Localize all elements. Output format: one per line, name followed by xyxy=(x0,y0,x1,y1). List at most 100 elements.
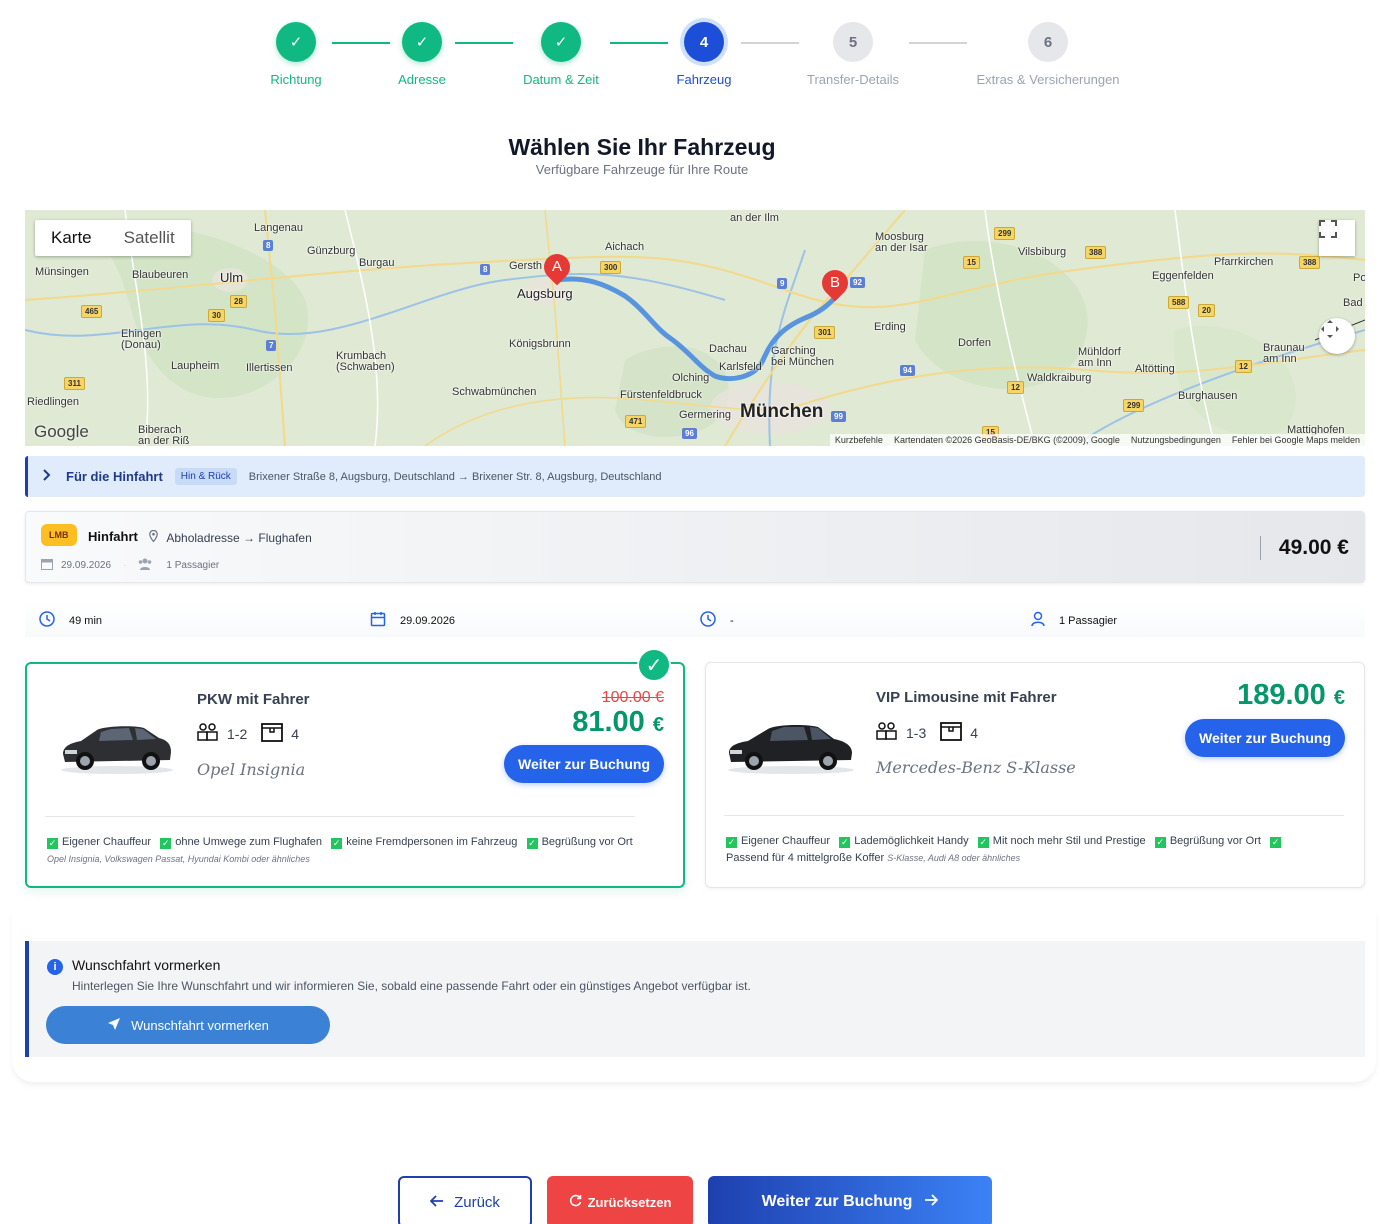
route-summary-bar[interactable]: Für die Hinfahrt Hin & Rück Brixener Str… xyxy=(25,456,1365,497)
passengers-value: 1 Passagier xyxy=(1059,614,1118,627)
map-label: Günzburg xyxy=(307,245,356,257)
map-label: Karlsfeld xyxy=(719,361,762,373)
vehicle-model: Mercedes-Benz S-Klasse xyxy=(876,758,1076,777)
feature: Mit noch mehr Stil und Prestige xyxy=(992,835,1146,847)
step-label: Adresse xyxy=(398,72,446,87)
attrib-report[interactable]: Fehler bei Google Maps melden xyxy=(1232,435,1360,445)
wish-trip-button[interactable]: Wunschfahrt vormerken xyxy=(46,1006,330,1044)
user-icon xyxy=(1031,611,1045,630)
check-icon: ✓ xyxy=(839,837,851,848)
map-label: Ehingen (Donau) xyxy=(121,328,162,351)
continue-button[interactable]: Weiter zur Buchung xyxy=(708,1176,992,1224)
attrib-terms[interactable]: Nutzungsbedingungen xyxy=(1131,435,1221,445)
trip-price: 49.00 € xyxy=(1259,536,1349,560)
book-button[interactable]: Weiter zur Buchung xyxy=(504,745,664,783)
map-label: Blaubeuren xyxy=(132,269,189,281)
car-image-mercedes xyxy=(726,715,856,780)
trip-route: Abholadresse → Flughafen xyxy=(149,529,312,545)
wish-title: Wunschfahrt vormerken xyxy=(72,957,221,973)
date-value: 29.09.2026 xyxy=(400,614,456,627)
map-label: Eggenfelden xyxy=(1152,270,1214,282)
passenger-count: 1-3 xyxy=(906,724,927,741)
road-shield: 28 xyxy=(230,295,247,308)
luggage-count: 4 xyxy=(291,725,300,742)
vehicle-card-pkw[interactable]: ✓ PKW mit Fahrer 1-2 4 Opel Insignia 100… xyxy=(25,648,685,888)
map-label: Pfarrkirchen xyxy=(1214,256,1274,268)
page-subtitle: Verfügbare Fahrzeuge für Ihre Route xyxy=(535,162,749,177)
vehicle-model: Opel Insignia xyxy=(197,760,306,779)
feature: Begrüßung vor Ort xyxy=(541,836,633,848)
step-transfer-details[interactable]: 5 Transfer-Details xyxy=(773,22,933,87)
road-shield: 388 xyxy=(1299,256,1321,269)
road-shield: 588 xyxy=(1168,296,1190,309)
reset-label: Zurücksetzen xyxy=(587,1194,672,1210)
trip-type-badge: Hin & Rück xyxy=(174,468,237,485)
road-shield: 12 xyxy=(1007,381,1024,394)
feature: Begrüßung vor Ort xyxy=(1169,835,1261,847)
marker-b-icon[interactable]: B xyxy=(816,264,854,302)
step-number: 5 xyxy=(833,22,873,62)
road-shield: 96 xyxy=(682,428,697,439)
divider xyxy=(724,815,1344,816)
check-icon: ✓ xyxy=(47,838,58,849)
step-adresse[interactable]: ✓ Adresse xyxy=(342,22,502,87)
step-datum-zeit[interactable]: ✓ Datum & Zeit xyxy=(481,22,641,87)
map-label: Münsingen xyxy=(35,266,89,278)
check-icon: ✓ xyxy=(331,838,343,849)
step-number: 6 xyxy=(1028,22,1068,62)
paper-plane-icon xyxy=(107,1017,121,1034)
fullscreen-icon[interactable] xyxy=(1319,220,1355,256)
check-icon: ✓ xyxy=(526,838,538,849)
meta-separator: · xyxy=(123,560,127,571)
trip-title: Hinfahrt xyxy=(88,529,138,544)
step-extras[interactable]: 6 Extras & Versicherungen xyxy=(958,22,1138,87)
map-label: Riedlingen xyxy=(27,396,79,408)
road-shield: 7 xyxy=(266,340,277,351)
feature: ohne Umwege zum Flughafen xyxy=(175,836,323,848)
map-type-satellit[interactable]: Satellit xyxy=(108,220,191,256)
back-label: Zurück xyxy=(454,1193,500,1211)
map-label: Mühldorf am Inn xyxy=(1078,346,1121,369)
info-passengers: 1 Passagier xyxy=(1031,611,1117,630)
road-shield: 15 xyxy=(963,256,980,269)
info-duration: 49 min xyxy=(39,611,102,630)
back-button[interactable]: Zurück xyxy=(398,1176,532,1224)
reset-button[interactable]: Zurücksetzen xyxy=(547,1176,693,1224)
check-icon: ✓ xyxy=(977,837,989,848)
luggage-icon xyxy=(261,722,284,745)
continue-label: Weiter zur Buchung xyxy=(761,1193,913,1210)
map-label: Dachau xyxy=(709,343,747,355)
vehicle-features: ✓ Eigener Chauffeur ✓ Lademöglichkeit Hand… xyxy=(726,833,1346,867)
vehicle-alternatives: Opel Insignia, Volkswagen Passat, Hyunda… xyxy=(47,854,310,864)
map-label: Braunau am Inn xyxy=(1263,342,1305,365)
clock-icon xyxy=(39,611,55,630)
marker-a-icon[interactable]: A xyxy=(538,248,576,286)
road-shield: 299 xyxy=(994,227,1016,240)
clock-icon xyxy=(700,611,716,630)
step-fahrzeug[interactable]: 4 Fahrzeug xyxy=(624,22,784,87)
road-shield: 301 xyxy=(814,326,836,339)
map-label: Burghausen xyxy=(1178,390,1238,402)
trip-meta: 29.09.2026 · 1 Passagier xyxy=(41,558,219,573)
passenger-count: 1-2 xyxy=(227,725,248,742)
divider xyxy=(45,816,635,817)
map-label: Ulm xyxy=(220,270,244,285)
route-map[interactable]: Langenau Günzburg Burgau Gersth Augsburg… xyxy=(25,210,1365,446)
map-label: Laupheim xyxy=(171,360,220,372)
map-type-karte[interactable]: Karte xyxy=(35,220,108,256)
calendar-icon xyxy=(370,611,386,630)
trip-route-text: Abholadresse → Flughafen xyxy=(166,531,312,545)
road-shield: 311 xyxy=(64,377,85,390)
route-addresses: Brixener Straße 8, Augsburg, Deutschland… xyxy=(248,470,662,483)
passengers-icon xyxy=(197,722,219,745)
vehicle-card-vip[interactable]: VIP Limousine mit Fahrer 1-3 4 Mercedes-… xyxy=(705,662,1365,888)
road-shield: 9 xyxy=(777,278,788,289)
google-logo: Google xyxy=(34,422,89,441)
road-shield: 99 xyxy=(831,411,846,422)
map-label: Germering xyxy=(679,409,731,421)
trip-date: 29.09.2026 xyxy=(61,560,112,571)
luggage-count: 4 xyxy=(970,724,979,741)
camera-control-icon[interactable] xyxy=(1319,318,1355,354)
book-button[interactable]: Weiter zur Buchung xyxy=(1185,719,1345,757)
attrib-shortcuts[interactable]: Kurzbefehle xyxy=(835,435,883,445)
